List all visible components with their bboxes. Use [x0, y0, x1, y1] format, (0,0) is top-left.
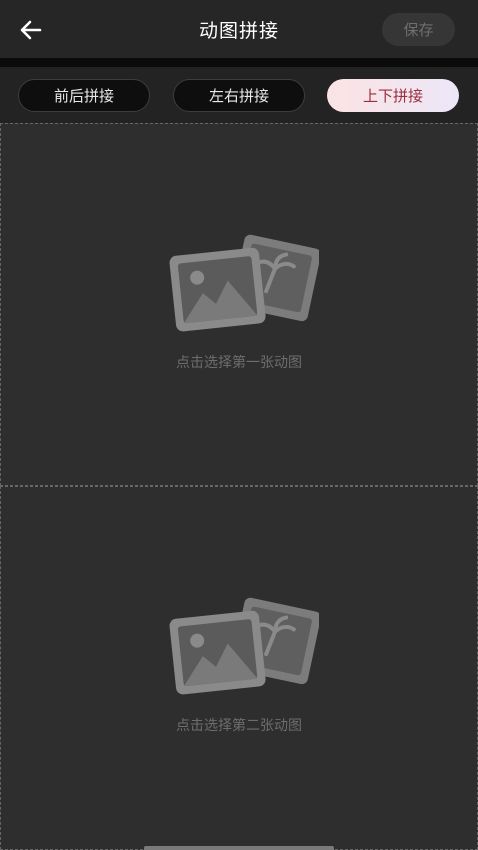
tab-top-bottom[interactable]: 上下拼接 [327, 79, 459, 112]
gif-slot-first[interactable]: 点击选择第一张动图 [0, 123, 478, 486]
image-placeholder-icon [169, 597, 319, 695]
mode-tabs: 前后拼接 左右拼接 上下拼接 [0, 67, 478, 123]
home-indicator [144, 846, 334, 850]
app-screen: 动图拼接 保存 前后拼接 左右拼接 上下拼接 点击选择第一张动图 点击选择第二张… [0, 0, 478, 850]
page-title: 动图拼接 [198, 19, 279, 42]
tab-left-right[interactable]: 左右拼接 [173, 79, 305, 112]
top-bar: 动图拼接 保存 [0, 0, 478, 58]
slot-label-second: 点击选择第二张动图 [176, 718, 302, 734]
slot-label-first: 点击选择第一张动图 [176, 355, 302, 371]
gif-slot-second[interactable]: 点击选择第二张动图 [0, 486, 478, 850]
arrow-left-icon [20, 20, 42, 40]
save-button[interactable]: 保存 [382, 13, 455, 46]
tab-front-back[interactable]: 前后拼接 [18, 79, 150, 112]
header-divider [0, 58, 478, 67]
image-placeholder-icon [169, 234, 319, 332]
back-button[interactable] [14, 14, 48, 46]
